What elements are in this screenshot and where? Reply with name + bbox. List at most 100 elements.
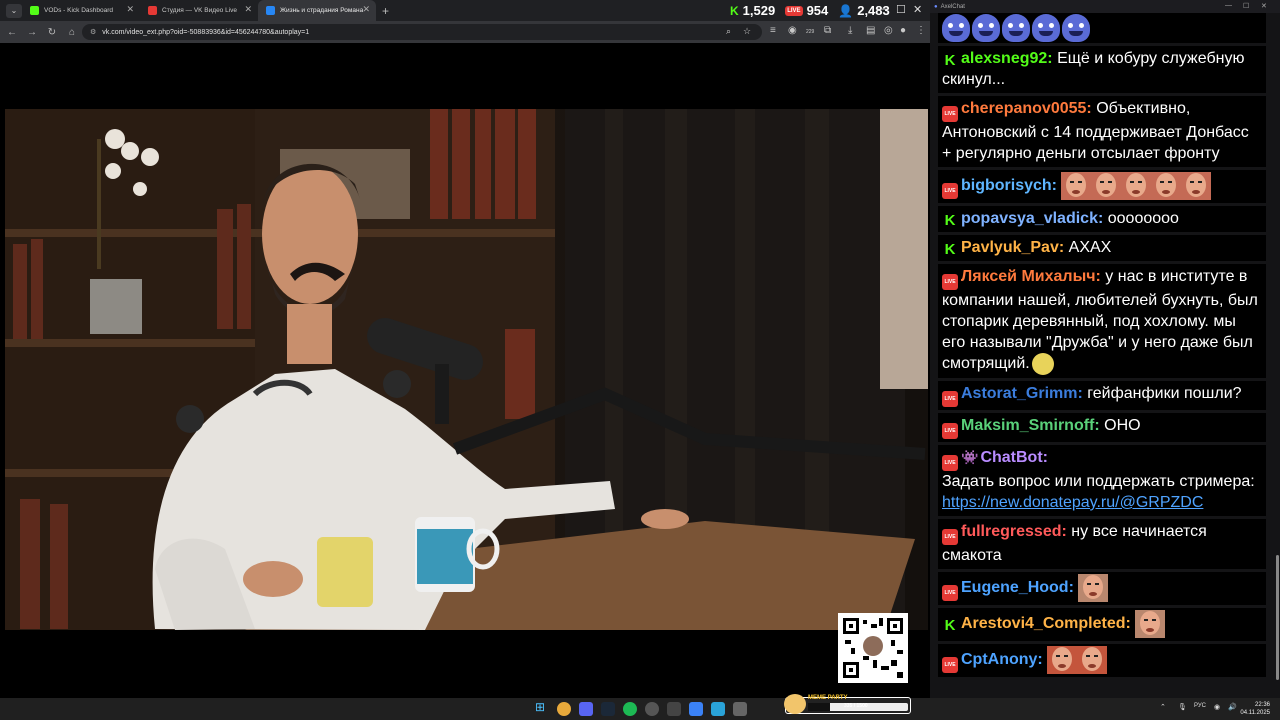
close-tab-icon[interactable]: ✕ <box>244 4 252 15</box>
vk-favicon-icon <box>266 6 275 15</box>
chrome-icon[interactable] <box>557 702 571 716</box>
tab-vk-studio[interactable]: Студия — VK Видео Live ✕ <box>140 0 258 21</box>
tray-chevron-icon[interactable]: ⌃ <box>1160 703 1166 711</box>
chat-scrollbar[interactable] <box>1276 555 1279 680</box>
media-icon[interactable]: ≡ <box>770 25 776 36</box>
kick-icon: K <box>730 3 739 18</box>
close-window-icon[interactable]: ✕ <box>913 3 922 16</box>
app-icon[interactable] <box>689 702 703 716</box>
download-icon[interactable]: ⤓ <box>848 25 852 36</box>
chat-message-list[interactable]: Kalexsneg92: Ещё и кобуру служебную скин… <box>930 13 1280 698</box>
chat-message: LIVE cherepanov0055: Объективно, Антоновс… <box>938 96 1266 167</box>
extension-icon[interactable]: ◉ <box>788 25 797 36</box>
app-icon[interactable] <box>667 702 681 716</box>
chat-username[interactable]: Astorat_Grimm: <box>961 385 1083 402</box>
chat-username[interactable]: popavsya_vladick: <box>961 210 1103 227</box>
vk-live-badge-icon: LIVE <box>942 183 958 200</box>
vk-live-icon: LIVE <box>785 5 803 16</box>
language-indicator[interactable]: РУС <box>1194 703 1206 709</box>
app-icon[interactable] <box>733 702 747 716</box>
obs-icon[interactable] <box>645 702 659 716</box>
tab-vk-video[interactable]: Жизнь и страдания Романа ✕ <box>258 0 376 21</box>
vk-live-badge-icon: LIVE <box>942 455 958 471</box>
site-info-icon[interactable]: ⚙ <box>90 28 96 36</box>
zoom-icon[interactable]: ⌕ <box>726 26 731 37</box>
vk-live-badge-icon: LIVE <box>942 423 958 439</box>
tab-kick-vods[interactable]: VODs - Kick Dashboard ✕ <box>22 0 140 21</box>
spotify-icon[interactable] <box>623 702 637 716</box>
network-icon[interactable]: ◉ <box>1214 703 1220 711</box>
meme-party-progress-fill <box>808 703 830 711</box>
extension-badge: 229 <box>806 29 815 35</box>
new-tab-button[interactable]: + <box>382 4 389 18</box>
chat-username[interactable]: Ляксей Михалыч: <box>961 268 1101 285</box>
chat-username[interactable]: CptAnony: <box>961 651 1043 668</box>
bot-icon: 👾 <box>961 449 979 465</box>
chat-message: LIVE Eugene_Hood: <box>938 572 1266 605</box>
volume-icon[interactable]: 🔊 <box>1228 703 1237 711</box>
vk-live-badge-icon: LIVE <box>942 391 958 407</box>
chat-message-text: гейфанфики пошли? <box>1087 385 1242 402</box>
chat-username[interactable]: cherepanov0055: <box>961 100 1092 117</box>
chat-username[interactable]: ChatBot: <box>980 449 1048 466</box>
microphone-icon[interactable]: 🎙 <box>1178 703 1187 711</box>
more-menu-icon[interactable]: ⋮ <box>916 25 926 36</box>
donation-qr-code <box>838 613 908 683</box>
kick-badge-icon: K <box>944 52 956 69</box>
meme-party-widget: MEME PARTY 335 / 1500 <box>784 694 911 714</box>
chat-username[interactable]: Pavlyuk_Pav: <box>961 239 1064 256</box>
home-icon[interactable]: ⌂ <box>64 27 80 38</box>
close-tab-icon[interactable]: ✕ <box>126 4 134 15</box>
kick-badge-icon: K <box>944 241 956 258</box>
back-icon[interactable]: ← <box>4 27 20 38</box>
steam-icon[interactable] <box>601 702 615 716</box>
chat-maximize-icon[interactable]: ☐ <box>1243 2 1249 10</box>
shield-icon[interactable]: ◎ <box>884 25 893 36</box>
chat-close-icon[interactable]: ✕ <box>1261 2 1267 10</box>
clock-time: 22:36 <box>1254 702 1270 708</box>
bookmark-star-icon[interactable]: ☆ <box>743 26 751 37</box>
chat-username[interactable]: Arestovi4_Completed: <box>961 615 1131 632</box>
chat-message-text: АХАХ <box>1068 239 1112 256</box>
chat-username[interactable]: Eugene_Hood: <box>961 579 1074 596</box>
blob-emote-icon <box>1062 14 1090 42</box>
face-emote-icon <box>1047 646 1108 674</box>
chat-app-icon: ● <box>934 3 938 10</box>
chat-username[interactable]: fullregressed: <box>961 523 1067 540</box>
start-menu-icon[interactable]: ⊞ <box>535 700 549 714</box>
chat-message: LIVE Maksim_Smirnoff: ОНО <box>938 413 1266 442</box>
chat-message: LIVE fullregressed: ну все начинается сма… <box>938 519 1266 569</box>
minimize-icon[interactable]: — <box>877 3 888 15</box>
telegram-icon[interactable] <box>711 702 725 716</box>
vk-viewer-count: LIVE 954 <box>785 3 829 18</box>
profile-icon[interactable]: ● <box>900 25 906 36</box>
video-player[interactable] <box>5 109 928 630</box>
chat-username[interactable]: bigborisych: <box>961 177 1057 194</box>
reload-icon[interactable]: ↻ <box>44 27 60 38</box>
close-tab-icon[interactable]: ✕ <box>362 4 370 15</box>
address-bar[interactable]: ⚙ vk.com/video_ext.php?oid=-50883936&id=… <box>82 24 762 40</box>
vk-live-badge-icon: LIVE <box>942 657 958 674</box>
maximize-icon[interactable]: ☐ <box>896 3 906 16</box>
chat-window-title: AxelChat <box>940 3 965 10</box>
vk-live-badge-icon: LIVE <box>942 106 958 122</box>
browser-toolbar: ← → ↻ ⌂ ⚙ vk.com/video_ext.php?oid=-5088… <box>0 21 930 43</box>
puzzle-icon[interactable]: ⧉ <box>824 25 831 36</box>
chat-username[interactable]: alexsneg92: <box>961 50 1053 67</box>
chat-message <box>938 13 1266 43</box>
chat-message-text: оооооооо <box>1107 210 1179 227</box>
donation-link[interactable]: https://new.donatepay.ru/@GRPZDC <box>942 494 1203 511</box>
chat-username[interactable]: Maksim_Smirnoff: <box>961 417 1100 434</box>
forward-icon[interactable]: → <box>24 27 40 38</box>
tab-label: Студия — VK Видео Live <box>162 7 238 14</box>
chat-message: LIVE Ляксей Михалыч: у нас в институте в … <box>938 264 1266 378</box>
sidebar-icon[interactable]: ▤ <box>866 25 875 36</box>
blob-emote-icon <box>1032 14 1060 42</box>
chat-message: K Pavlyuk_Pav: АХАХ <box>938 235 1266 261</box>
chat-minimize-icon[interactable]: — <box>1225 2 1232 9</box>
face-emote-icon <box>1135 610 1166 638</box>
person-icon: 👤 <box>838 3 854 18</box>
discord-icon[interactable] <box>579 702 593 716</box>
system-clock[interactable]: 22:36 04.11.2025 <box>1240 701 1270 717</box>
tab-search-button[interactable]: ⌄ <box>6 3 22 18</box>
